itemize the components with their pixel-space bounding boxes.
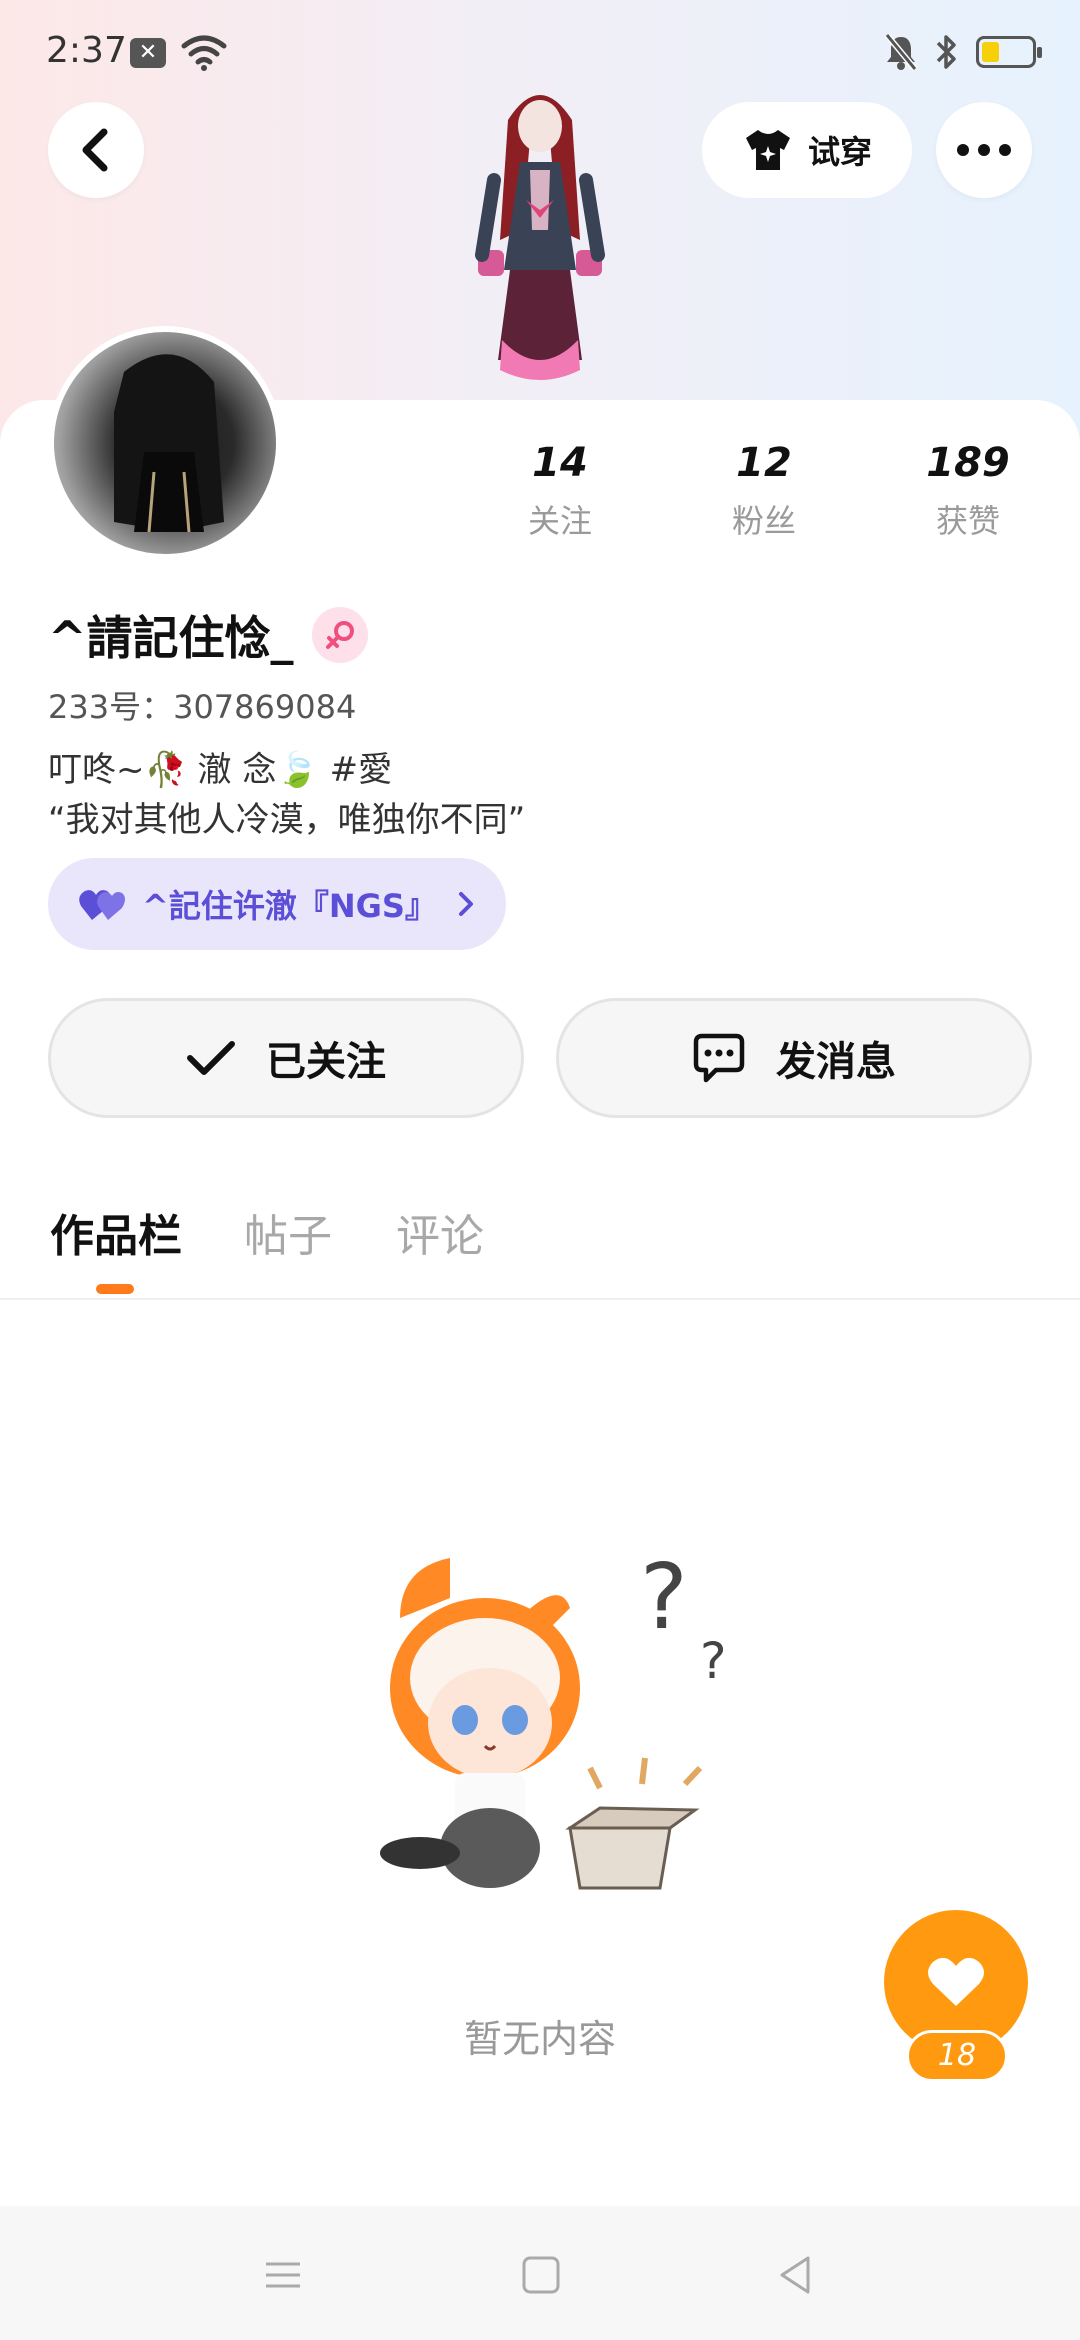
back-nav-icon[interactable]: [770, 2250, 820, 2300]
content-tabs: 作品栏 帖子 评论: [0, 1190, 1080, 1300]
stat-following-value: 14: [532, 440, 588, 486]
female-icon: [311, 607, 368, 663]
stat-followers-label: 粉丝: [731, 502, 796, 540]
following-button[interactable]: 已关注: [48, 998, 524, 1118]
stat-likes[interactable]: 189 获赞: [898, 440, 1038, 542]
checkmark-icon: [187, 1041, 235, 1075]
message-icon: [693, 1033, 745, 1083]
profile-page: 2:37 ✕ 试穿 14 关注 12 粉丝 189 获赞 ^請記住惗_ 233号…: [0, 0, 1080, 2340]
shirt-icon: [745, 130, 790, 170]
more-button[interactable]: [936, 102, 1032, 198]
status-time: 2:37: [46, 30, 127, 71]
like-count-badge: 18: [906, 2030, 1008, 2082]
notification-x-icon: ✕: [130, 38, 166, 68]
relationship-badge[interactable]: ^記住许澈『NGS』: [48, 858, 506, 950]
tab-works[interactable]: 作品栏: [50, 1200, 182, 1264]
bio-line-2: “我对其他人冷漠，唯独你不同”: [48, 800, 526, 840]
double-heart-icon: [79, 890, 125, 920]
system-nav-bar: [0, 2206, 1080, 2340]
svg-text:?: ?: [700, 1632, 727, 1690]
stat-likes-label: 获赞: [935, 502, 1000, 540]
battery-level: [982, 42, 999, 62]
active-tab-indicator: [96, 1284, 134, 1294]
send-message-button[interactable]: 发消息: [556, 998, 1032, 1118]
relationship-label: ^記住许澈『NGS』: [142, 887, 437, 925]
svg-text:?: ?: [640, 1548, 688, 1650]
stat-followers-value: 12: [736, 440, 792, 486]
username-row: ^請記住惗_: [48, 600, 368, 670]
wifi-icon: [181, 35, 227, 71]
try-on-label: 试穿: [807, 133, 872, 171]
heart-icon: [928, 1957, 984, 2006]
bio-line-1: 叮咚~🥀 澈 念🍃 #愛: [48, 750, 393, 790]
tab-comments[interactable]: 评论: [396, 1200, 484, 1264]
back-button[interactable]: [48, 102, 144, 198]
mute-bell-icon: [884, 33, 918, 71]
stat-following-label: 关注: [527, 502, 592, 540]
following-label: 已关注: [266, 1039, 386, 1085]
avatar-3d-figure: [475, 95, 605, 380]
home-icon[interactable]: [516, 2250, 566, 2300]
user-id: 233号：307869084: [48, 688, 357, 726]
tabs-divider: [0, 1298, 1080, 1300]
send-message-label: 发消息: [776, 1039, 896, 1085]
menu-icon[interactable]: [258, 2250, 308, 2300]
try-on-button[interactable]: 试穿: [702, 102, 912, 198]
chevron-right-icon: [459, 892, 473, 916]
battery-icon: [976, 36, 1042, 68]
stat-followers[interactable]: 12 粉丝: [694, 440, 834, 542]
stat-following[interactable]: 14 关注: [490, 440, 630, 542]
username: ^請記住惗_: [48, 611, 294, 665]
profile-stats: 14 关注 12 粉丝 189 获赞: [0, 440, 1080, 560]
more-dots-icon: [957, 144, 1011, 156]
chevron-left-icon: [82, 128, 108, 172]
status-icons-right: [884, 32, 1042, 72]
stat-likes-value: 189: [926, 440, 1010, 486]
bluetooth-icon: [936, 35, 956, 69]
empty-state-illustration: ? ?: [380, 1548, 727, 1890]
tab-posts[interactable]: 帖子: [244, 1200, 332, 1264]
